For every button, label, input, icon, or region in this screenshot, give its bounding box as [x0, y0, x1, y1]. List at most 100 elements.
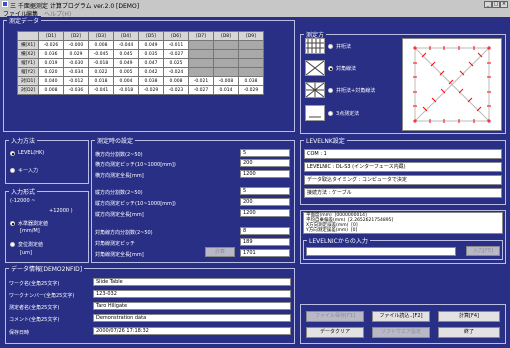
- table-cell[interactable]: 0.029: [63, 49, 89, 59]
- table-cell[interactable]: -0.036: [63, 85, 89, 95]
- software-settings-button[interactable]: ソフトウエア設定: [372, 327, 430, 338]
- diagonal-div-input[interactable]: 8: [240, 227, 290, 235]
- save-file-button[interactable]: ファイル保存[F1]: [306, 311, 364, 322]
- diagonal-length-input[interactable]: 1701: [240, 249, 290, 257]
- table-cell[interactable]: 0.018: [88, 76, 114, 86]
- work-number-input[interactable]: 123-032: [93, 290, 291, 298]
- table-cell[interactable]: -0.018: [88, 58, 114, 68]
- table-cell[interactable]: -0.021: [188, 76, 214, 86]
- table-cell-disabled: [213, 49, 239, 59]
- row-header: 対[D2]: [17, 85, 39, 95]
- menu-help[interactable]: ヘルプ(H): [44, 9, 71, 18]
- table-cell[interactable]: -0.026: [38, 40, 64, 50]
- load-file-button[interactable]: ファイル読込..[F2]: [372, 311, 430, 322]
- title-bar: 三 千面据测定 计算ブログラム ver.2.0 [DEMO] _ □ ×: [0, 0, 510, 10]
- table-cell[interactable]: 0.014: [213, 85, 239, 95]
- table-cell[interactable]: -0.018: [113, 85, 139, 95]
- displacement-unit: [um]: [20, 250, 32, 256]
- table-cell[interactable]: -0.024: [163, 67, 189, 77]
- vertical-pitch-input[interactable]: 200: [240, 198, 290, 206]
- table-cell[interactable]: -0.044: [113, 40, 139, 50]
- setting-label: 縦方向测定全長[mm]: [95, 212, 144, 218]
- table-cell[interactable]: 0.004: [113, 76, 139, 86]
- three-point-pattern-icon-svg: [309, 116, 321, 118]
- key-input-radio[interactable]: [10, 168, 15, 173]
- table-row: 横[X1] -0.026 -0.000 0.008 -0.044 0.049 -…: [17, 40, 264, 50]
- table-cell[interactable]: -0.023: [163, 85, 189, 95]
- table-cell[interactable]: 0.008: [163, 76, 189, 86]
- table-cell[interactable]: 0.022: [88, 67, 114, 77]
- combined-pattern-icon[interactable]: [305, 82, 325, 98]
- table-cell[interactable]: -0.041: [88, 85, 114, 95]
- diagonal-pattern-radio[interactable]: [328, 66, 333, 71]
- table-cell[interactable]: 0.040: [38, 76, 64, 86]
- settings-calc-button[interactable]: 計算: [205, 247, 235, 257]
- grid-pattern-icon[interactable]: [305, 38, 325, 54]
- table-cell[interactable]: -0.011: [163, 40, 189, 50]
- maximize-button[interactable]: □: [492, 1, 500, 8]
- table-cell[interactable]: 0.036: [38, 49, 64, 59]
- close-button[interactable]: ×: [500, 1, 508, 8]
- measurer-input[interactable]: Taro Hiligate: [93, 302, 291, 310]
- combined-pattern-radio[interactable]: [328, 88, 333, 93]
- table-cell[interactable]: 0.019: [38, 58, 64, 68]
- table-cell[interactable]: -0.008: [213, 76, 239, 86]
- level-input-button[interactable]: 入力[F5]: [466, 246, 500, 256]
- table-cell[interactable]: -0.027: [188, 85, 214, 95]
- table-cell-disabled: [188, 67, 214, 77]
- setting-label: 対角線测定全長[mm]: [95, 252, 144, 258]
- three-point-pattern-radio[interactable]: [328, 111, 333, 116]
- grid-pattern-label: 井桁法: [336, 44, 352, 50]
- level-radio-label: LEVEL(HK): [18, 150, 45, 156]
- displacement-radio[interactable]: [10, 242, 15, 247]
- table-cell[interactable]: -0.029: [138, 85, 164, 95]
- table-cell-disabled: [188, 58, 214, 68]
- vertical-div-input[interactable]: 5: [240, 187, 290, 195]
- table-cell[interactable]: 0.045: [113, 49, 139, 59]
- table-cell[interactable]: 0.047: [138, 58, 164, 68]
- table-cell[interactable]: 0.008: [88, 40, 114, 50]
- diagonal-pattern-icon[interactable]: [305, 60, 325, 76]
- data-clear-button[interactable]: データクリア: [306, 327, 364, 338]
- range-low-text: (-12000 ~: [10, 198, 36, 204]
- calc-button[interactable]: 計算[F4]: [438, 311, 500, 322]
- level-radio[interactable]: [10, 151, 15, 156]
- vertical-length-input[interactable]: 1200: [240, 209, 290, 217]
- com-port-field: COM : 1: [304, 149, 502, 159]
- work-name-input[interactable]: Slide Table: [93, 278, 291, 286]
- table-cell[interactable]: 0.005: [113, 67, 139, 77]
- combined-pattern-label: 井桁法+対角線法: [336, 88, 376, 94]
- level-input-field[interactable]: [306, 247, 456, 256]
- table-cell[interactable]: -0.030: [63, 58, 89, 68]
- diagonal-pitch-input[interactable]: 189: [240, 238, 290, 246]
- table-cell[interactable]: -0.027: [163, 49, 189, 59]
- table-cell[interactable]: -0.029: [238, 85, 264, 95]
- horizontal-div-input[interactable]: 5: [240, 149, 290, 157]
- table-cell[interactable]: 0.042: [138, 67, 164, 77]
- table-cell[interactable]: 0.020: [38, 67, 64, 77]
- horizontal-length-input[interactable]: 1200: [240, 170, 290, 178]
- column-header: [D8]: [213, 31, 239, 41]
- table-cell[interactable]: 0.049: [138, 40, 164, 50]
- exit-button[interactable]: 終了: [438, 327, 500, 338]
- horizontal-pitch-input[interactable]: 200: [240, 159, 290, 167]
- table-cell[interactable]: 0.025: [163, 58, 189, 68]
- table-cell[interactable]: 0.038: [238, 76, 264, 86]
- table-cell[interactable]: -0.012: [63, 76, 89, 86]
- table-cell[interactable]: 0.038: [138, 76, 164, 86]
- three-point-pattern-icon[interactable]: [305, 105, 325, 121]
- grid-pattern-radio[interactable]: [328, 44, 333, 49]
- table-cell[interactable]: -0.045: [88, 49, 114, 59]
- minimize-button[interactable]: _: [484, 1, 492, 8]
- table-cell[interactable]: -0.000: [63, 40, 89, 50]
- comment-input[interactable]: Demonstration data: [93, 314, 291, 322]
- setting-label: 横方向测定全長[mm]: [95, 173, 144, 179]
- level-value-radio[interactable]: [10, 221, 15, 226]
- table-cell[interactable]: 0.035: [138, 49, 164, 59]
- table-cell[interactable]: 0.008: [38, 85, 64, 95]
- saved-date-input[interactable]: 2000/07/26 17:18:32: [93, 327, 291, 335]
- table-cell[interactable]: -0.034: [63, 67, 89, 77]
- column-header: [D7]: [188, 31, 214, 41]
- table-cell[interactable]: 0.049: [113, 58, 139, 68]
- table-row: 縦[Y1] 0.019 -0.030 -0.018 0.049 0.047 0.…: [17, 58, 264, 68]
